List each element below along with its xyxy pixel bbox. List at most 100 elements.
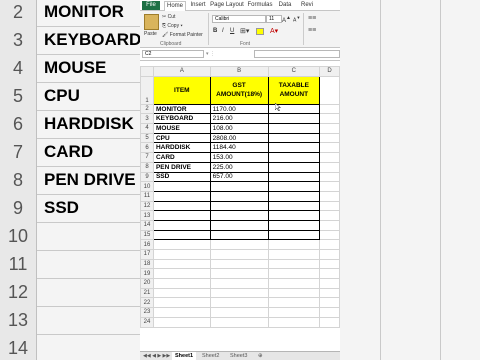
cell[interactable] — [267, 278, 321, 289]
gst-cell[interactable]: 1170.00 — [209, 103, 269, 115]
font-size-select[interactable]: 11 — [266, 15, 282, 23]
fill-color-icon[interactable] — [256, 28, 264, 35]
row-header[interactable]: 14 — [140, 219, 154, 231]
cell[interactable] — [267, 210, 321, 221]
row-header[interactable]: 21 — [140, 287, 154, 299]
column-header-c[interactable]: C — [267, 66, 321, 77]
align-left-icon[interactable]: ≡≡ — [308, 27, 316, 34]
borders-icon[interactable]: ⊞▾ — [240, 27, 249, 35]
row-header[interactable]: 4 — [140, 123, 154, 134]
cell[interactable] — [209, 287, 269, 299]
cell[interactable] — [152, 210, 211, 221]
cell[interactable] — [152, 307, 211, 318]
cell[interactable] — [319, 103, 340, 115]
cell[interactable] — [209, 249, 269, 260]
item-cell[interactable]: MOUSE — [152, 123, 211, 134]
worksheet-grid[interactable]: A B C D 1 ITEM GST AMOUNT(18%) TAXABLE A… — [140, 66, 340, 328]
cell[interactable] — [319, 239, 340, 250]
cell[interactable] — [209, 210, 269, 221]
row-header[interactable]: 23 — [140, 307, 154, 318]
tab-home[interactable]: Home — [164, 1, 186, 11]
cell[interactable] — [152, 219, 211, 231]
cell[interactable] — [319, 268, 340, 280]
cell[interactable] — [267, 307, 321, 318]
cell[interactable] — [209, 229, 269, 241]
tab-data[interactable]: Data — [276, 1, 294, 10]
row-header[interactable]: 19 — [140, 268, 154, 280]
item-cell[interactable]: HARDDISK — [152, 142, 211, 154]
cell[interactable] — [319, 75, 340, 105]
cell[interactable] — [152, 258, 211, 270]
cell[interactable] — [319, 142, 340, 154]
gst-cell[interactable]: 108.00 — [209, 123, 269, 134]
cell[interactable] — [152, 249, 211, 260]
cell[interactable] — [152, 297, 211, 309]
cell[interactable] — [152, 239, 211, 250]
gst-cell[interactable]: 216.00 — [209, 113, 269, 125]
taxable-cell[interactable] — [267, 142, 321, 154]
cell[interactable] — [319, 200, 340, 212]
format-painter-button[interactable]: 🖌 Format Painter — [162, 32, 203, 38]
item-cell[interactable]: CARD — [152, 152, 211, 163]
tab-insert[interactable]: Insert — [188, 1, 208, 10]
gst-cell[interactable]: 153.00 — [209, 152, 269, 163]
cell[interactable] — [319, 258, 340, 270]
tab-file[interactable]: File — [142, 1, 160, 10]
select-all-corner[interactable] — [140, 66, 154, 77]
row-header[interactable]: 20 — [140, 278, 154, 289]
sheet-tab-sheet2[interactable]: Sheet2 — [202, 352, 219, 360]
cell[interactable] — [209, 258, 269, 270]
cell[interactable] — [152, 287, 211, 299]
taxable-cell[interactable] — [267, 113, 321, 125]
row-header[interactable]: 5 — [140, 132, 154, 144]
bold-button[interactable]: B — [213, 28, 217, 34]
cell[interactable] — [209, 239, 269, 250]
taxable-cell[interactable] — [267, 161, 321, 173]
gst-cell[interactable]: 225.00 — [209, 161, 269, 173]
cell[interactable] — [319, 210, 340, 221]
row-header[interactable]: 11 — [140, 190, 154, 202]
decrease-font-icon[interactable]: A▼ — [293, 15, 300, 24]
cell[interactable] — [319, 171, 340, 183]
cell[interactable] — [209, 268, 269, 280]
underline-button[interactable]: U — [230, 28, 234, 34]
cell[interactable] — [152, 190, 211, 202]
item-cell[interactable]: CPU — [152, 132, 211, 144]
cell[interactable] — [319, 152, 340, 163]
row-header[interactable]: 24 — [140, 316, 154, 328]
header-cell-item[interactable]: ITEM — [152, 75, 211, 105]
cell[interactable] — [319, 123, 340, 134]
header-cell-taxable[interactable]: TAXABLE AMOUNT — [267, 75, 321, 105]
new-sheet-icon[interactable]: ⊕ — [258, 352, 263, 360]
cell[interactable] — [152, 229, 211, 241]
italic-button[interactable]: I — [222, 28, 224, 34]
cell[interactable] — [319, 287, 340, 299]
cell[interactable] — [267, 258, 321, 270]
cell[interactable] — [319, 113, 340, 125]
cell[interactable] — [267, 181, 321, 192]
formula-input[interactable] — [254, 50, 340, 58]
cut-button[interactable]: ✂ Cut — [162, 14, 175, 20]
cell[interactable] — [267, 239, 321, 250]
cell[interactable] — [319, 161, 340, 173]
row-header[interactable]: 9 — [140, 171, 154, 183]
sheet-tab-sheet1[interactable]: Sheet1 — [172, 352, 197, 360]
cell[interactable] — [267, 190, 321, 202]
sheet-tab-sheet3[interactable]: Sheet3 — [230, 352, 247, 360]
paste-icon[interactable] — [144, 14, 159, 30]
header-cell-gst[interactable]: GST AMOUNT(18%) — [209, 75, 269, 105]
copy-button[interactable]: ⎘ Copy ▾ — [162, 23, 183, 29]
cell[interactable] — [267, 316, 321, 328]
cell[interactable] — [267, 249, 321, 260]
cell[interactable] — [267, 219, 321, 231]
row-header[interactable]: 12 — [140, 200, 154, 212]
row-header[interactable]: 1 — [140, 75, 154, 105]
item-cell[interactable]: KEYBOARD — [152, 113, 211, 125]
cell[interactable] — [319, 229, 340, 241]
row-header[interactable]: 8 — [140, 161, 154, 173]
row-header[interactable]: 18 — [140, 258, 154, 270]
taxable-cell[interactable] — [267, 132, 321, 144]
cell[interactable] — [152, 181, 211, 192]
item-cell[interactable]: PEN DRIVE — [152, 161, 211, 173]
font-color-icon[interactable]: A▾ — [270, 27, 278, 35]
